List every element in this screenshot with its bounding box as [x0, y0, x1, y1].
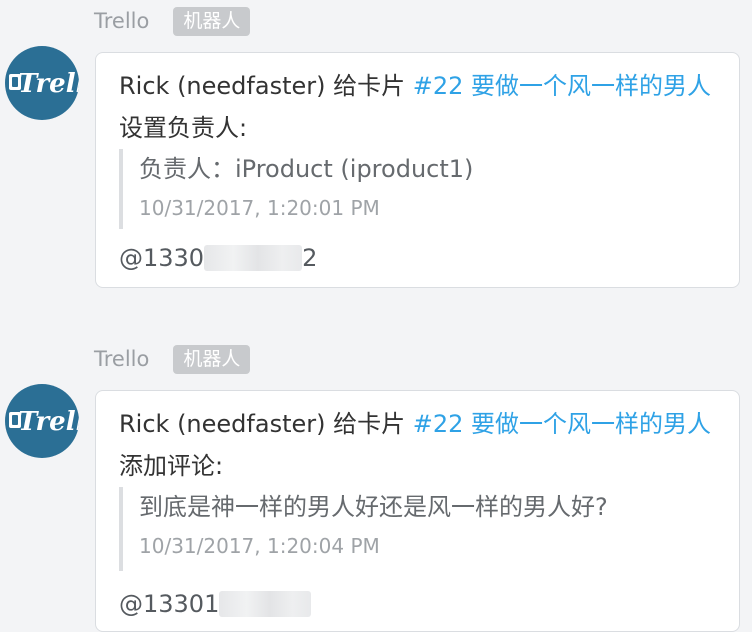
timestamp: 10/31/2017, 1:20:04 PM	[139, 534, 380, 558]
quote-block: 负责人：iProduct (iproduct1) 10/31/2017, 1:2…	[119, 149, 473, 229]
message-card: Rick (needfaster) 给卡片 #22 要做一个风一样的男人 设置负…	[95, 52, 740, 288]
actor-name: Rick (needfaster)	[119, 72, 326, 100]
card-link[interactable]: #22 要做一个风一样的男人	[413, 72, 711, 100]
verb-text: 给卡片	[333, 72, 406, 100]
timestamp: 10/31/2017, 1:20:01 PM	[139, 196, 380, 220]
verb-text: 给卡片	[333, 410, 406, 438]
card-link[interactable]: #22 要做一个风一样的男人	[413, 410, 711, 438]
mention-prefix: @13301	[119, 590, 220, 618]
quote-block: 到底是神一样的男人好还是风一样的男人好? 10/31/2017, 1:20:04…	[119, 487, 608, 571]
bot-badge: 机器人	[173, 6, 251, 36]
mention-suffix: 2	[302, 244, 318, 272]
sender-name[interactable]: Trello	[94, 9, 149, 33]
sender-row: Trello 机器人	[94, 6, 251, 36]
mention-text: @1330 2	[119, 241, 317, 275]
mention-prefix: @1330	[119, 244, 205, 272]
message-headline: Rick (needfaster) 给卡片 #22 要做一个风一样的男人 设置负…	[119, 65, 729, 149]
trello-avatar-icon[interactable]: Trello	[5, 384, 79, 458]
message-headline: Rick (needfaster) 给卡片 #22 要做一个风一样的男人 添加评…	[119, 403, 729, 487]
trello-avatar-icon[interactable]: Trello	[5, 46, 79, 120]
action-text: 添加评论:	[119, 452, 224, 480]
quote-text: 负责人：iProduct (iproduct1)	[139, 155, 474, 183]
svg-text:Trello: Trello	[18, 69, 79, 99]
svg-text:Trello: Trello	[18, 407, 79, 437]
bot-badge: 机器人	[173, 344, 251, 374]
quote-text: 到底是神一样的男人好还是风一样的男人好?	[139, 493, 608, 521]
redacted-blur	[219, 591, 312, 617]
mention-text: @13301	[119, 587, 312, 621]
actor-name: Rick (needfaster)	[119, 410, 326, 438]
sender-row: Trello 机器人	[94, 344, 251, 374]
redacted-blur	[204, 245, 303, 271]
sender-name[interactable]: Trello	[94, 347, 149, 371]
message-card: Rick (needfaster) 给卡片 #22 要做一个风一样的男人 添加评…	[95, 390, 740, 632]
action-text: 设置负责人:	[119, 114, 248, 142]
